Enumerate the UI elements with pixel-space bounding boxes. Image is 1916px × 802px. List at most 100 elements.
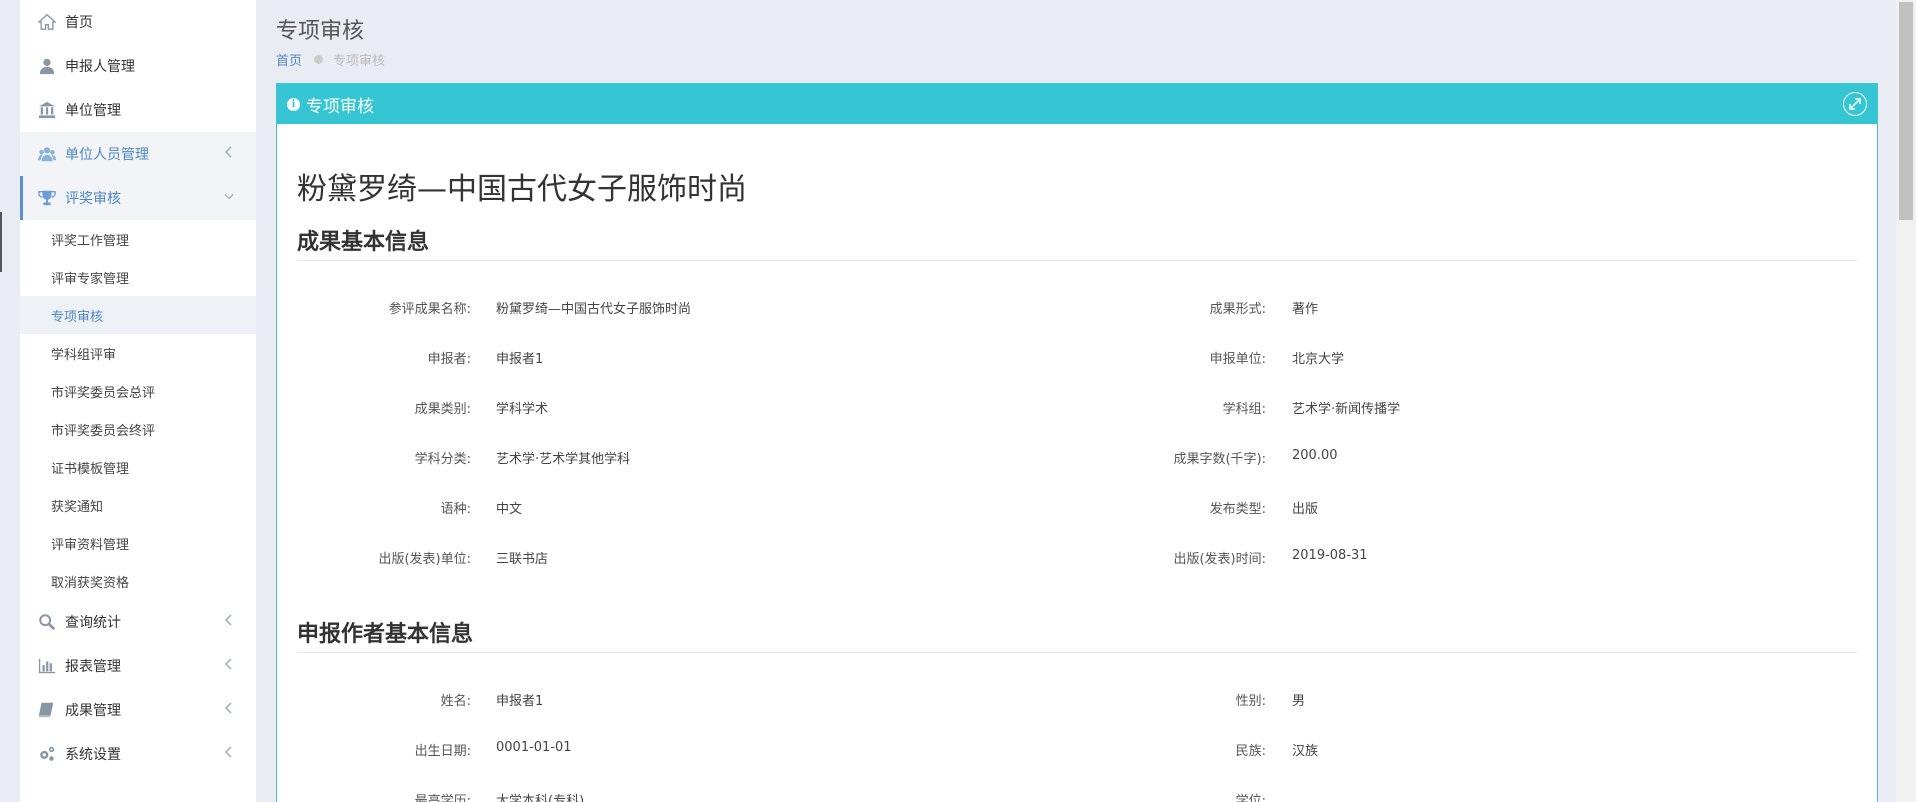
field-value: 出版 xyxy=(1292,502,1319,517)
sidebar-item-settings[interactable]: 系统设置 xyxy=(20,732,256,776)
sidebar-item-units[interactable]: 单位管理 xyxy=(20,88,256,132)
field-label: 申报者: xyxy=(427,352,471,367)
sidebar-item-label: 单位人员管理 xyxy=(65,147,149,163)
submenu-item[interactable]: 市评奖委员会总评 xyxy=(20,372,256,410)
field-value: 汉族 xyxy=(1292,744,1319,759)
sidebar-item-query-stats[interactable]: 查询统计 xyxy=(20,600,256,644)
vertical-scrollbar[interactable] xyxy=(1896,0,1916,802)
review-panel: i 专项审核 粉黛罗绮—中国古代女子服饰时尚 成果基本信息 参评成果名称: 粉黛… xyxy=(276,83,1878,802)
field-value: 著作 xyxy=(1292,302,1319,317)
page-title: 专项审核 xyxy=(276,19,365,44)
field-label: 性别: xyxy=(1235,694,1266,709)
field-value: 男 xyxy=(1292,694,1306,709)
panel-title: 专项审核 xyxy=(306,96,374,117)
submenu-item-current[interactable]: 专项审核 xyxy=(20,296,256,334)
submenu-item[interactable]: 评奖工作管理 xyxy=(20,220,256,258)
submenu: 评奖工作管理 评审专家管理 专项审核 学科组评审 市评奖委员会总评 市评奖委员会… xyxy=(20,220,256,600)
field-value: 艺术学·新闻传播学 xyxy=(1292,402,1401,417)
chevron-left-icon xyxy=(224,746,234,762)
submenu-item[interactable]: 获奖通知 xyxy=(20,486,256,524)
bank-icon xyxy=(37,101,57,119)
submenu-item[interactable]: 评审资料管理 xyxy=(20,524,256,562)
chevron-down-icon xyxy=(224,190,234,206)
info-row: 成果类别: 学科学术 学科组: 艺术学·新闻传播学 xyxy=(277,398,1877,418)
submenu-item[interactable]: 市评奖委员会终评 xyxy=(20,410,256,448)
sidebar-item-label: 系统设置 xyxy=(65,747,121,763)
info-icon: i xyxy=(287,97,300,111)
info-row: 学科分类: 艺术学·艺术学其他学科 成果字数(千字): 200.00 xyxy=(277,448,1877,468)
sidebar-item-award-review[interactable]: 评奖审核 xyxy=(20,176,256,220)
chevron-left-icon xyxy=(224,146,234,162)
sidebar-item-label: 报表管理 xyxy=(65,659,121,675)
field-value: 申报者1 xyxy=(496,352,544,367)
field-label: 姓名: xyxy=(440,694,471,709)
field-label: 学科组: xyxy=(1222,402,1266,417)
bar-chart-icon xyxy=(37,657,57,675)
info-row: 姓名: 申报者1 性别: 男 xyxy=(277,690,1877,710)
field-label: 出版(发表)单位: xyxy=(378,552,471,567)
field-label: 发布类型: xyxy=(1209,502,1266,517)
sidebar-item-label: 评奖审核 xyxy=(65,191,121,207)
field-value: 200.00 xyxy=(1292,448,1338,463)
field-label: 出版(发表)时间: xyxy=(1173,552,1266,567)
field-value: 三联书店 xyxy=(496,552,549,567)
chevron-left-icon xyxy=(224,702,234,718)
field-label: 成果字数(千字): xyxy=(1173,452,1266,467)
sidebar-item-label: 查询统计 xyxy=(65,615,121,631)
section-heading-author-info: 申报作者基本信息 xyxy=(297,616,1857,653)
info-row: 出生日期: 0001-01-01 民族: 汉族 xyxy=(277,740,1877,760)
field-value: 大学本科(专科) xyxy=(496,794,585,802)
field-value: 北京大学 xyxy=(1292,352,1345,367)
section-heading-basic-info: 成果基本信息 xyxy=(297,224,1857,261)
sidebar-item-unit-staff[interactable]: 单位人员管理 xyxy=(20,132,256,176)
breadcrumb-home-link[interactable]: 首页 xyxy=(276,50,302,69)
search-icon xyxy=(37,613,57,631)
breadcrumb-separator xyxy=(314,55,324,64)
field-value: 粉黛罗绮—中国古代女子服饰时尚 xyxy=(496,302,692,317)
field-label: 学位: xyxy=(1235,794,1266,802)
users-icon xyxy=(37,145,57,163)
info-row: 最高学历: 大学本科(专科) 学位: xyxy=(277,790,1877,802)
scrollbar-thumb[interactable] xyxy=(1899,2,1913,220)
field-value: 0001-01-01 xyxy=(496,740,572,755)
sidebar-item-reports[interactable]: 报表管理 xyxy=(20,644,256,688)
sidebar-item-label: 首页 xyxy=(65,15,93,31)
sidebar-item-applicants[interactable]: 申报人管理 xyxy=(20,44,256,88)
field-label: 参评成果名称: xyxy=(388,302,471,317)
cogs-icon xyxy=(37,745,57,763)
chevron-left-icon xyxy=(224,658,234,674)
sidebar-item-achievements[interactable]: 成果管理 xyxy=(20,688,256,732)
field-value: 申报者1 xyxy=(496,694,544,709)
field-value: 艺术学·艺术学其他学科 xyxy=(496,452,631,467)
submenu-item[interactable]: 取消获奖资格 xyxy=(20,562,256,600)
field-label: 出生日期: xyxy=(414,744,471,759)
field-value: 2019-08-31 xyxy=(1292,548,1368,563)
field-label: 最高学历: xyxy=(414,794,471,802)
book-icon xyxy=(37,701,57,719)
field-label: 成果类别: xyxy=(414,402,471,417)
edge-marker xyxy=(0,212,2,272)
info-row: 语种: 中文 发布类型: 出版 xyxy=(277,498,1877,518)
field-label: 申报单位: xyxy=(1209,352,1266,367)
main-content: 专项审核 首页 专项审核 i 专项审核 粉黛罗绮—中国古代女子服饰时尚 成果基本… xyxy=(256,0,1896,802)
submenu-item[interactable]: 学科组评审 xyxy=(20,334,256,372)
work-title: 粉黛罗绮—中国古代女子服饰时尚 xyxy=(297,172,747,207)
user-icon xyxy=(37,57,57,75)
sidebar-item-label: 成果管理 xyxy=(65,703,121,719)
chevron-left-icon xyxy=(224,614,234,630)
sidebar-item-home[interactable]: 首页 xyxy=(20,0,256,44)
app-window: 首页 申报人管理 单位管理 单位人员管理 评奖审核 评奖工作管理 评审专家管理 … xyxy=(0,0,1916,802)
sidebar: 首页 申报人管理 单位管理 单位人员管理 评奖审核 评奖工作管理 评审专家管理 … xyxy=(20,0,256,802)
sidebar-item-label: 单位管理 xyxy=(65,103,121,119)
submenu-item[interactable]: 证书模板管理 xyxy=(20,448,256,486)
trophy-icon xyxy=(37,189,57,207)
info-row: 参评成果名称: 粉黛罗绮—中国古代女子服饰时尚 成果形式: 著作 xyxy=(277,298,1877,318)
breadcrumb-current: 专项审核 xyxy=(333,54,386,69)
panel-header: i 专项审核 xyxy=(277,84,1877,124)
field-label: 民族: xyxy=(1235,744,1266,759)
fullscreen-icon[interactable] xyxy=(1843,92,1867,116)
sidebar-item-label: 申报人管理 xyxy=(65,59,135,75)
info-row: 申报者: 申报者1 申报单位: 北京大学 xyxy=(277,348,1877,368)
field-label: 成果形式: xyxy=(1209,302,1266,317)
submenu-item[interactable]: 评审专家管理 xyxy=(20,258,256,296)
